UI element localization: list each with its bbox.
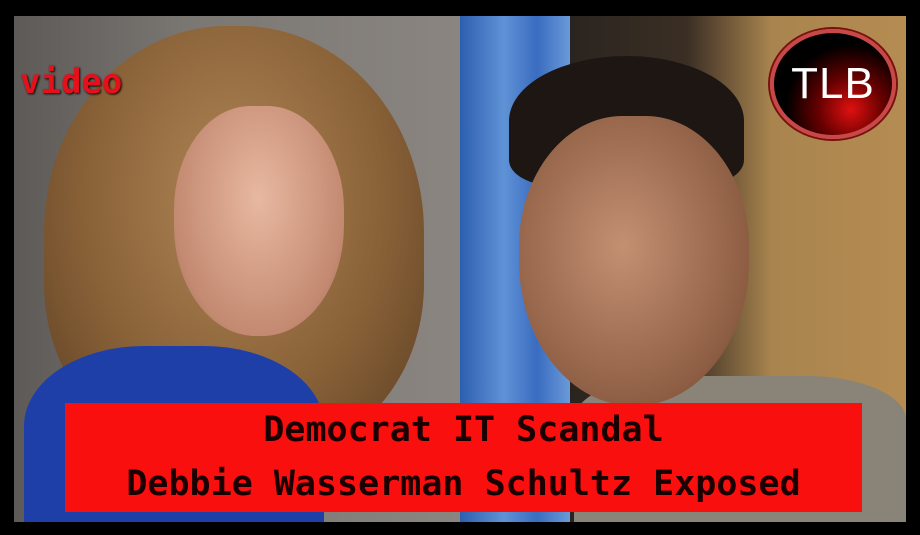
man-face <box>519 116 749 406</box>
woman-face <box>174 106 344 336</box>
tlb-logo: TLB <box>770 29 896 139</box>
banner-line-2: Debbie Wasserman Schultz Exposed <box>126 464 801 505</box>
logo-text: TLB <box>791 59 875 108</box>
title-banner: Democrat IT Scandal Debbie Wasserman Sch… <box>65 403 862 512</box>
thumbnail-image: video TLB Democrat IT Scandal Debbie Was… <box>14 16 906 522</box>
video-label: video <box>20 62 123 102</box>
banner-line-1: Democrat IT Scandal <box>263 409 664 450</box>
